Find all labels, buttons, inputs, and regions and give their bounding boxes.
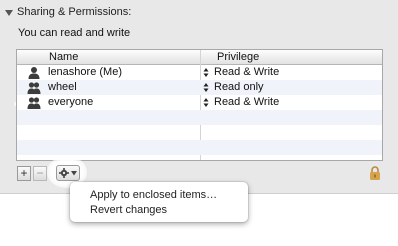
table-row-empty: [17, 125, 382, 140]
menu-item-revert-changes[interactable]: Revert changes: [90, 203, 167, 217]
sharing-section-header[interactable]: Sharing & Permissions:: [5, 5, 131, 19]
group-icon: [27, 82, 41, 94]
privilege-popup-arrows-icon[interactable]: [203, 81, 209, 94]
permissions-table: Name Privilege lenashore (Me) Read & Wri…: [16, 49, 383, 161]
table-row[interactable]: everyone Read & Write: [17, 95, 382, 110]
lock-icon[interactable]: [369, 166, 381, 180]
section-title: Sharing & Permissions:: [17, 6, 132, 18]
group-icon: [27, 97, 41, 109]
row-name: lenashore (Me): [48, 66, 122, 78]
disclosure-triangle-icon[interactable]: [5, 9, 13, 16]
action-menu-button[interactable]: [56, 165, 80, 181]
gear-icon: [59, 168, 69, 178]
row-privilege[interactable]: Read only: [214, 81, 264, 94]
table-body: lenashore (Me) Read & Write wheel Read o…: [17, 65, 382, 160]
user-icon: [28, 67, 40, 79]
column-header-privilege[interactable]: Privilege: [217, 50, 259, 64]
row-name: everyone: [48, 96, 94, 108]
privilege-popup-arrows-icon[interactable]: [203, 96, 209, 109]
row-name: wheel: [48, 81, 77, 93]
row-privilege[interactable]: Read & Write: [214, 96, 279, 109]
table-row-empty: [17, 140, 382, 155]
table-row[interactable]: wheel Read only: [17, 80, 382, 95]
row-privilege[interactable]: Read & Write: [214, 66, 279, 79]
table-row-empty: [17, 110, 382, 125]
menu-item-apply-to-enclosed[interactable]: Apply to enclosed items…: [90, 188, 217, 202]
column-header-name[interactable]: Name: [49, 50, 78, 64]
remove-user-button[interactable]: −: [33, 166, 47, 181]
privilege-popup-arrows-icon[interactable]: [203, 66, 209, 79]
action-dropdown-menu: Apply to enclosed items… Revert changes: [70, 182, 248, 222]
table-row[interactable]: lenashore (Me) Read & Write: [17, 65, 382, 80]
permission-status-text: You can read and write: [18, 27, 131, 39]
sharing-permissions-panel: Sharing & Permissions: You can read and …: [0, 0, 398, 194]
add-user-button[interactable]: +: [17, 166, 31, 181]
chevron-down-icon: [71, 170, 77, 175]
